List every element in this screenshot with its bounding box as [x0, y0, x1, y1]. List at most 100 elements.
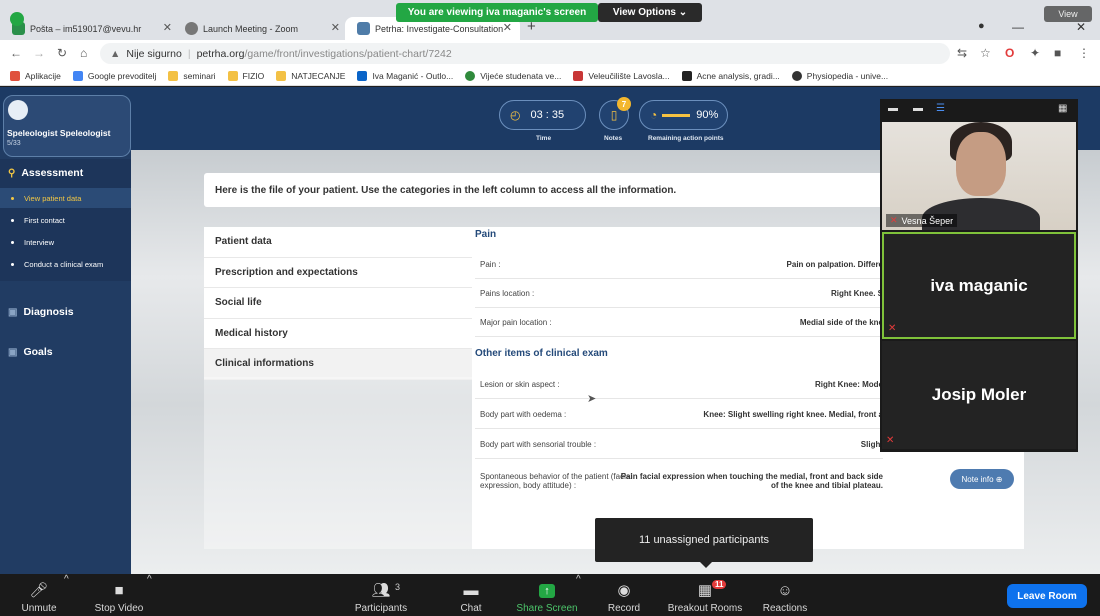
chat-icon: ▬	[463, 582, 479, 599]
share-screen-button[interactable]: ↑ Share Screen	[514, 574, 580, 616]
video-tile[interactable]: Josip Moler ✕	[882, 341, 1076, 449]
bookmark-fizio[interactable]: FIZIO	[227, 70, 264, 81]
bookmarks-bar: Aplikacije Google prevoditelj seminari F…	[0, 66, 1100, 86]
category-social-life[interactable]: Social life	[204, 288, 472, 319]
share-screen-icon: ↑	[539, 584, 555, 598]
bookmark-vijece[interactable]: Vijeće studenata ve...	[465, 70, 561, 81]
category-patient-data[interactable]: Patient data	[204, 227, 472, 258]
forward-icon[interactable]: →	[33, 46, 45, 60]
bookmark-physiopedia[interactable]: Physiopedia - unive...	[791, 70, 888, 81]
record-button[interactable]: ◉ Record	[602, 574, 646, 616]
avatar	[8, 100, 28, 120]
view-options-button[interactable]: View Options ⌄	[598, 3, 702, 22]
points-icon: ◔	[650, 108, 658, 122]
unmute-button[interactable]: 🎤︎ Unmute	[14, 574, 64, 616]
outlook-icon	[357, 70, 368, 81]
extension-icon[interactable]: ■	[1054, 46, 1061, 60]
detail-row: Pains location : Right Knee. S	[475, 278, 883, 308]
bookmark-acne[interactable]: Acne analysis, gradi...	[681, 70, 780, 81]
minimize-icon[interactable]: —	[1012, 20, 1024, 34]
reactions-button[interactable]: ☺ Reactions	[758, 574, 812, 616]
close-icon[interactable]: ✕	[503, 21, 512, 34]
section-title-other: Other items of clinical exam	[475, 348, 608, 359]
menu-diagnosis[interactable]: ▣ Diagnosis	[8, 306, 74, 318]
user-score: 5/33	[7, 140, 21, 147]
translate-icon	[72, 70, 83, 81]
chevron-up-icon[interactable]: ^	[147, 574, 152, 587]
back-icon[interactable]: ←	[10, 46, 22, 60]
close-window-icon[interactable]: ✕	[1076, 20, 1086, 34]
menu-view-patient-data[interactable]: View patient data	[0, 188, 131, 208]
video-tile[interactable]: ✕ Vesna Šeper	[882, 122, 1076, 230]
category-clinical-informations[interactable]: Clinical informations	[204, 349, 472, 380]
profile-icon[interactable]: ●	[978, 20, 985, 32]
user-name: Speleologist Speleologist	[7, 128, 111, 138]
goals-icon: ▣	[8, 346, 18, 358]
zoom-icon	[185, 22, 198, 35]
home-icon[interactable]: ⌂	[80, 46, 87, 60]
folder-icon	[227, 70, 238, 81]
minimize-icon[interactable]: ▬	[888, 103, 898, 114]
menu-first-contact[interactable]: First contact	[0, 210, 131, 230]
tab-mail[interactable]: Pošta – im519017@vevu.hr ✕	[0, 17, 180, 40]
menu-interview[interactable]: Interview	[0, 232, 131, 252]
notes-badge: 7	[617, 97, 631, 111]
user-card[interactable]: Speleologist Speleologist 5/33	[3, 95, 131, 157]
sharing-banner: You are viewing iva maganic's screen	[396, 3, 598, 22]
notes-icon: ▯	[610, 108, 618, 122]
participant-name: ✕ Vesna Šeper	[886, 214, 958, 227]
participants-button[interactable]: 👥︎ Participants	[350, 574, 412, 616]
timer-value: 03 : 35	[530, 109, 565, 121]
bookmark-google-translate[interactable]: Google prevoditelj	[72, 70, 156, 81]
url-field[interactable]: ▲ Nije sigurno | petrha.org /game/front/…	[100, 43, 950, 64]
detail-row: Lesion or skin aspect : Right Knee: Mode	[475, 369, 883, 399]
bookmark-natjecanje[interactable]: NATJECANJE	[276, 70, 345, 81]
bookmark-veleuciliste[interactable]: Veleučilište Lavosla...	[573, 70, 670, 81]
chevron-up-icon[interactable]: ^	[64, 574, 69, 587]
w-icon	[681, 70, 692, 81]
category-medical-history[interactable]: Medical history	[204, 319, 472, 349]
category-prescription[interactable]: Prescription and expectations	[204, 258, 472, 288]
menu-assessment[interactable]: ⚲ Assessment	[8, 167, 83, 179]
notes-label: Notes	[604, 135, 623, 142]
bookmark-apps[interactable]: Aplikacije	[10, 70, 61, 81]
close-icon[interactable]: ✕	[163, 21, 172, 34]
menu-goals[interactable]: ▣ Goals	[8, 346, 53, 358]
participants-icon: 👥︎	[371, 582, 391, 599]
unassigned-tooltip: 11 unassigned participants	[595, 518, 813, 562]
bookmark-seminari[interactable]: seminari	[168, 70, 216, 81]
hide-video-icon[interactable]: ▬	[913, 103, 923, 114]
gallery-header: ▬ ▬ ☰ ▦	[880, 99, 1078, 121]
chevron-up-icon[interactable]: ^	[576, 574, 581, 587]
meeting-toolbar: 🎤︎ Unmute ^ ■ Stop Video ^ 👥︎ Participan…	[0, 574, 1100, 616]
note-info-button[interactable]: Note info ⊕	[950, 469, 1014, 489]
tooltip-arrow	[700, 562, 712, 568]
breakout-rooms-button[interactable]: ▦ Breakout Rooms	[662, 574, 748, 616]
gallery-view-icon[interactable]: ☰	[936, 103, 945, 114]
star-icon[interactable]: ☆	[980, 46, 991, 60]
tree-icon	[465, 70, 476, 81]
tab-title: Petrha: Investigate-Consultation	[375, 23, 504, 34]
stop-video-button[interactable]: ■ Stop Video	[88, 574, 150, 616]
view-button[interactable]: View	[1044, 6, 1092, 22]
menu-clinical-exam[interactable]: Conduct a clinical exam	[0, 254, 131, 274]
physiopedia-icon	[791, 70, 802, 81]
opera-icon[interactable]: O	[1005, 46, 1014, 60]
tab-zoom[interactable]: Launch Meeting - Zoom ✕	[173, 17, 348, 40]
bookmark-outlook[interactable]: Iva Maganić - Outlo...	[357, 70, 453, 81]
close-icon[interactable]: ✕	[331, 21, 340, 34]
reload-icon[interactable]: ↻	[57, 46, 67, 60]
chat-button[interactable]: ▬ Chat	[450, 574, 492, 616]
detail-row: Pain : Pain on palpation. Differe	[475, 249, 883, 279]
translate-icon[interactable]: ⇆	[957, 46, 967, 60]
apps-icon	[10, 70, 20, 81]
action-points-widget: ◔ 90%	[639, 100, 728, 130]
points-label: Remaining action points	[648, 135, 724, 142]
menu-icon[interactable]: ⋮	[1078, 46, 1090, 60]
extensions-icon[interactable]: ✦	[1030, 46, 1040, 60]
participants-count: 3	[395, 582, 401, 592]
leave-room-button[interactable]: Leave Room	[1007, 584, 1087, 608]
layout-icon[interactable]: ▦	[1058, 103, 1067, 114]
video-tile[interactable]: iva maganic ✕	[882, 232, 1076, 339]
detail-row: Body part with sensorial trouble : Sligh…	[475, 429, 883, 459]
